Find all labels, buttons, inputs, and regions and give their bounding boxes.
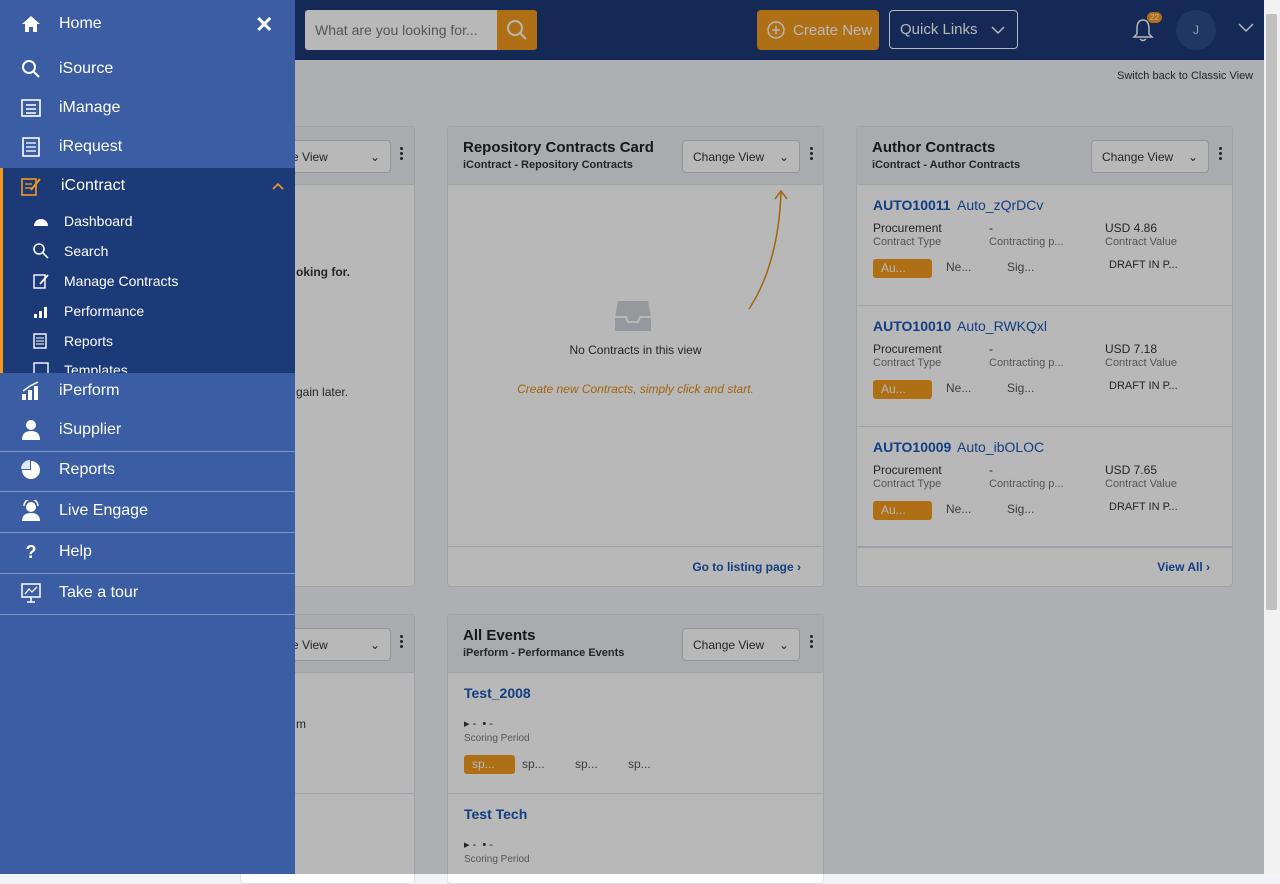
nav-item-irequest[interactable]: iRequest (0, 133, 295, 161)
divider (0, 451, 295, 452)
nav-item-home[interactable]: Home (0, 10, 295, 38)
sub-item-dashboard[interactable]: Dashboard (33, 213, 133, 229)
sub-label: Performance (64, 303, 145, 319)
nav-label: Take a tour (59, 584, 139, 601)
icontract-submenu: iContract Dashboard Search Manage Contra… (0, 168, 295, 373)
nav-label: iSource (59, 60, 114, 77)
pie-chart-icon (20, 459, 42, 481)
nav-item-iperform[interactable]: iPerform (0, 377, 295, 405)
presentation-icon (20, 582, 42, 604)
divider (0, 614, 295, 615)
close-icon[interactable]: ✕ (255, 12, 273, 38)
icontract-icon (20, 175, 42, 197)
nav-label: Help (59, 543, 92, 560)
dashboard-icon (33, 214, 51, 228)
sub-item-manage-contracts[interactable]: Manage Contracts (33, 273, 178, 289)
nav-item-help[interactable]: ? Help (0, 538, 295, 566)
nav-label: iSupplier (59, 421, 122, 438)
nav-label: iRequest (59, 138, 123, 155)
sub-label: Manage Contracts (64, 273, 179, 289)
nav-item-imanage[interactable]: iManage (0, 94, 295, 122)
iperform-icon (20, 380, 42, 402)
edit-document-icon (33, 273, 51, 289)
search-icon (33, 243, 51, 259)
divider (0, 491, 295, 492)
nav-item-icontract[interactable]: iContract (0, 174, 295, 198)
sub-item-performance[interactable]: Performance (33, 303, 144, 319)
divider (0, 573, 295, 574)
sub-label: Dashboard (64, 213, 133, 229)
isupplier-icon (20, 419, 42, 441)
nav-label: iPerform (59, 382, 120, 399)
chevron-up-icon[interactable] (272, 182, 284, 190)
nav-item-take-a-tour[interactable]: Take a tour (0, 579, 295, 607)
scrollbar-thumb[interactable] (1266, 14, 1277, 610)
support-agent-icon (20, 500, 42, 522)
divider (0, 532, 295, 533)
nav-label: Home (59, 15, 102, 32)
sub-label: Templates (64, 362, 128, 373)
template-icon (33, 362, 51, 373)
nav-item-live-engage[interactable]: Live Engage (0, 497, 295, 525)
sub-item-reports[interactable]: Reports (33, 333, 113, 349)
report-icon (33, 333, 51, 349)
nav-item-reports[interactable]: Reports (0, 456, 295, 484)
sub-label: Search (64, 243, 109, 259)
imanage-icon (20, 97, 42, 119)
sub-item-search[interactable]: Search (33, 243, 108, 259)
nav-label: iManage (59, 99, 121, 116)
home-icon (20, 13, 42, 35)
sub-label: Reports (64, 333, 114, 349)
nav-label: Reports (59, 461, 116, 478)
isource-icon (20, 58, 42, 80)
performance-icon (33, 303, 51, 319)
help-icon: ? (25, 541, 37, 562)
sub-item-templates[interactable]: Templates (33, 362, 128, 373)
nav-label: iContract (61, 177, 126, 194)
nav-sidebar: Home ✕ iSource iManage iRequest iContrac… (0, 0, 295, 874)
nav-item-isource[interactable]: iSource (0, 55, 295, 83)
nav-label: Live Engage (59, 502, 148, 519)
nav-item-isupplier[interactable]: iSupplier (0, 416, 295, 444)
irequest-icon (20, 136, 42, 158)
